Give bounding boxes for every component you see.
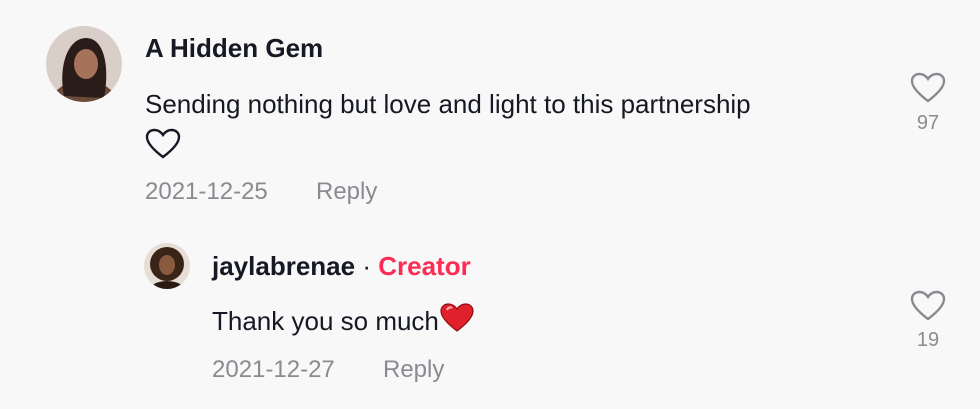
- reply-reply-button[interactable]: Reply: [383, 356, 444, 384]
- heart-outline-icon: [910, 290, 946, 321]
- avatar-photo-icon: [144, 243, 190, 289]
- comment-date: 2021-12-25: [145, 178, 268, 205]
- reply-author-avatar[interactable]: [144, 243, 190, 289]
- comment-author-avatar[interactable]: [46, 26, 122, 102]
- reply-date: 2021-12-27: [212, 356, 335, 383]
- reply-author-name[interactable]: jaylabrenae: [212, 251, 355, 281]
- avatar-photo-icon: [46, 26, 122, 102]
- comment-author-name[interactable]: A Hidden Gem: [145, 33, 323, 64]
- heart-emoji-icon: [145, 128, 181, 159]
- comment-like-count: 97: [916, 112, 940, 134]
- reply-like-count: 19: [916, 329, 940, 351]
- red-heart-emoji-icon: [440, 303, 474, 332]
- heart-outline-icon: [910, 72, 946, 103]
- comment-reply-button[interactable]: Reply: [316, 178, 377, 206]
- comment-like-button[interactable]: [910, 72, 946, 106]
- comment-text: Sending nothing but love and light to th…: [145, 86, 875, 160]
- comment-text-body: Sending nothing but love and light to th…: [145, 89, 751, 119]
- creator-badge: Creator: [378, 251, 471, 281]
- reply-like-button[interactable]: [910, 290, 946, 324]
- creator-separator: ·: [362, 251, 371, 281]
- reply-header: jaylabrenae · Creator: [212, 251, 471, 282]
- reply-text: Thank you so much: [212, 302, 475, 337]
- reply-text-body: Thank you so much: [212, 306, 439, 336]
